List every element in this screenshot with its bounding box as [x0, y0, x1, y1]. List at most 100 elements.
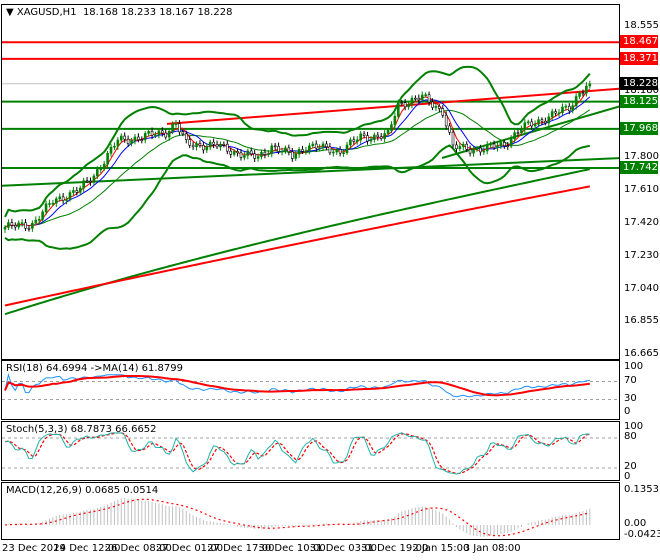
stoch-title: Stoch(5,3,3) 68.7873 66.6652 — [6, 424, 157, 435]
candle-body — [68, 192, 72, 200]
candle-body — [106, 153, 109, 165]
candle-body — [540, 119, 544, 122]
candle-body — [140, 139, 144, 142]
candle-body — [54, 198, 58, 204]
candle-body — [386, 130, 390, 134]
candle-body — [17, 222, 20, 228]
candle-body — [215, 144, 219, 148]
candle-body — [277, 146, 280, 152]
candle-body — [164, 132, 168, 138]
candle-body — [239, 152, 243, 158]
level-tag-18.125: 18.125 — [620, 94, 658, 108]
candle-body — [410, 97, 414, 105]
candle-body — [51, 202, 55, 205]
candle-body — [475, 147, 479, 150]
candle-body — [85, 180, 89, 183]
candle-body — [424, 94, 427, 97]
candle-body — [550, 111, 554, 118]
candle-body — [20, 222, 24, 225]
rsi-axis-label: 30 — [624, 392, 637, 404]
candle-body — [130, 140, 133, 144]
candle-body — [161, 130, 164, 134]
candle-body — [427, 94, 431, 103]
ohlc-values: 18.168 18.233 18.167 18.228 — [82, 7, 233, 18]
main-price-chart[interactable]: ▼ XAGUSD,H1 18.168 18.233 18.167 18.228 — [1, 4, 620, 360]
candle-body — [516, 132, 520, 134]
rsi-axis-label: 70 — [624, 374, 637, 386]
time-axis-label: 2 Jan 15:00 — [412, 543, 470, 554]
candle-body — [451, 131, 455, 146]
stoch-panel[interactable]: Stoch(5,3,3) 68.7873 66.6652 — [1, 421, 620, 481]
candle-body — [537, 119, 540, 125]
candle-body — [99, 168, 103, 171]
candle-body — [133, 136, 137, 141]
candle-body — [376, 134, 380, 138]
rsi-title: RSI(18) 64.6994 ->MA(14) 61.8799 — [6, 363, 183, 374]
symbol-label: XAGUSD,H1 — [16, 7, 77, 18]
candle-body — [362, 133, 366, 136]
candle-body — [253, 153, 256, 159]
level-tag-18.371: 18.371 — [620, 51, 658, 65]
price-axis-label: 16.665 — [624, 347, 659, 359]
candle-body — [349, 139, 352, 146]
candle-body — [297, 149, 301, 155]
candle-body — [509, 138, 513, 147]
candle-body — [191, 144, 195, 148]
macd-panel[interactable]: MACD(12,26,9) 0.0685 0.0514 — [1, 482, 620, 540]
price-axis-label: 17.610 — [624, 183, 659, 195]
candle-body — [496, 145, 499, 149]
candle-body — [308, 145, 311, 151]
candle-body — [561, 106, 564, 114]
candle-body — [212, 141, 215, 145]
candle-body — [379, 136, 383, 139]
candle-body — [7, 222, 10, 228]
candle-body — [458, 146, 462, 150]
candle-body — [174, 123, 178, 125]
candle-body — [544, 120, 547, 124]
candle-body — [123, 135, 126, 140]
rsi-axis-label: 100 — [624, 361, 644, 372]
candle-body — [147, 131, 150, 134]
candle-body — [499, 142, 503, 147]
candle-body — [393, 116, 397, 125]
candle-body — [284, 147, 287, 152]
candle-body — [314, 143, 318, 149]
candle-body — [345, 144, 349, 154]
candle-body — [492, 143, 496, 149]
candle-body — [311, 143, 315, 147]
candle-body — [219, 143, 222, 148]
candle-body — [513, 132, 516, 140]
candle-body — [383, 133, 386, 139]
candle-body — [89, 180, 92, 183]
rsi-panel[interactable]: RSI(18) 64.6994 ->MA(14) 61.8799 — [1, 360, 620, 420]
candle-body — [523, 122, 527, 130]
candle-body — [270, 145, 274, 154]
candle-body — [208, 141, 212, 148]
candle-body — [280, 150, 284, 153]
dropdown-triangle-icon[interactable]: ▼ — [6, 7, 17, 18]
candle-body — [294, 153, 298, 159]
candle-body — [400, 102, 404, 104]
candle-body — [116, 139, 120, 147]
candle-body — [390, 124, 393, 131]
bollinger-upper — [4, 65, 591, 218]
price-axis-label: 17.230 — [624, 249, 659, 261]
candle-body — [202, 145, 205, 151]
candle-body — [78, 187, 82, 193]
candle-body — [547, 116, 551, 124]
candle-body — [119, 135, 123, 141]
candle-body — [533, 123, 537, 127]
candle-body — [455, 144, 458, 150]
candle-body — [373, 134, 376, 140]
candle-body — [167, 130, 171, 138]
candle-body — [325, 143, 328, 148]
candle-body — [557, 112, 561, 115]
candle-body — [72, 190, 75, 193]
candle-body — [417, 97, 421, 101]
candle-body — [489, 143, 492, 146]
candle-body — [332, 151, 335, 154]
level-tag-18.228: 18.228 — [620, 76, 658, 90]
candle-body — [359, 133, 362, 141]
candle-body — [335, 149, 339, 153]
candle-body — [249, 150, 253, 155]
